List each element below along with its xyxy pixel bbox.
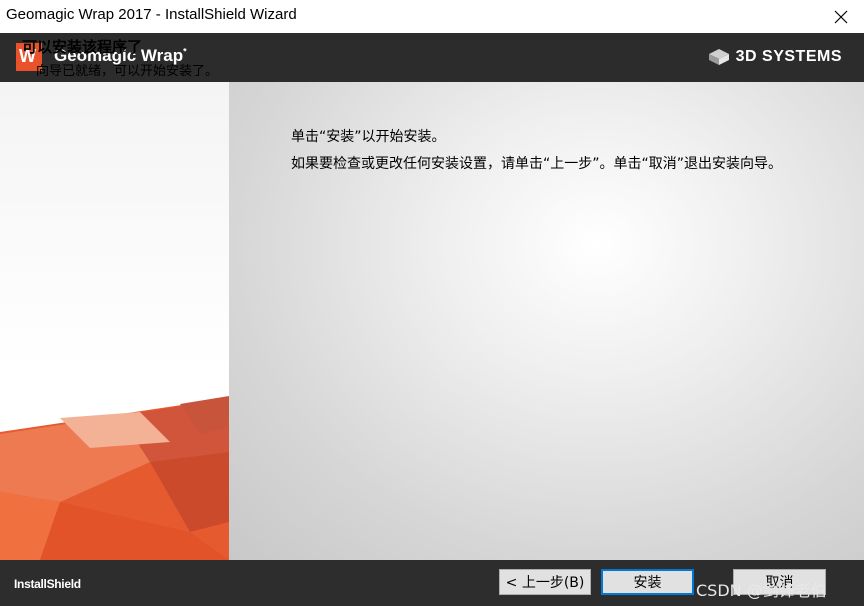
title-bar: Geomagic Wrap 2017 - InstallShield Wizar…: [0, 0, 864, 33]
page-title: 可以安装该程序了: [22, 38, 143, 56]
close-button[interactable]: [818, 0, 864, 33]
wizard-header: W Geomagic Wrap* 可以安装该程序了 向导已就绪，可以开始安装了。…: [0, 33, 864, 82]
3d-systems-logo-icon: [708, 49, 729, 65]
instruction-line-1: 单击“安装”以开始安装。: [291, 129, 446, 145]
window-title: Geomagic Wrap 2017 - InstallShield Wizar…: [6, 6, 297, 23]
wizard-footer: InstallShield < 上一步(B) 安装 取消 CSDN @剑锋老伯: [0, 560, 864, 606]
back-button[interactable]: < 上一步(B): [499, 569, 591, 595]
close-icon: [834, 10, 848, 23]
brand-name: 3D SYSTEMS: [735, 48, 842, 65]
installshield-label: InstallShield: [14, 577, 81, 591]
wizard-side-art: [0, 82, 229, 560]
install-button[interactable]: 安装: [601, 569, 694, 595]
watermark-text: CSDN @剑锋老伯: [696, 581, 827, 600]
page-subtitle: 向导已就绪，可以开始安装了。: [36, 64, 219, 79]
instruction-line-2: 如果要检查或更改任何安装设置，请单击“上一步”。单击“取消”退出安装向导。: [291, 156, 783, 172]
brand-logo: 3D SYSTEMS: [708, 48, 842, 66]
wizard-content: 单击“安装”以开始安装。 如果要检查或更改任何安装设置，请单击“上一步”。单击“…: [229, 82, 864, 560]
decorative-shapes: [0, 396, 229, 560]
